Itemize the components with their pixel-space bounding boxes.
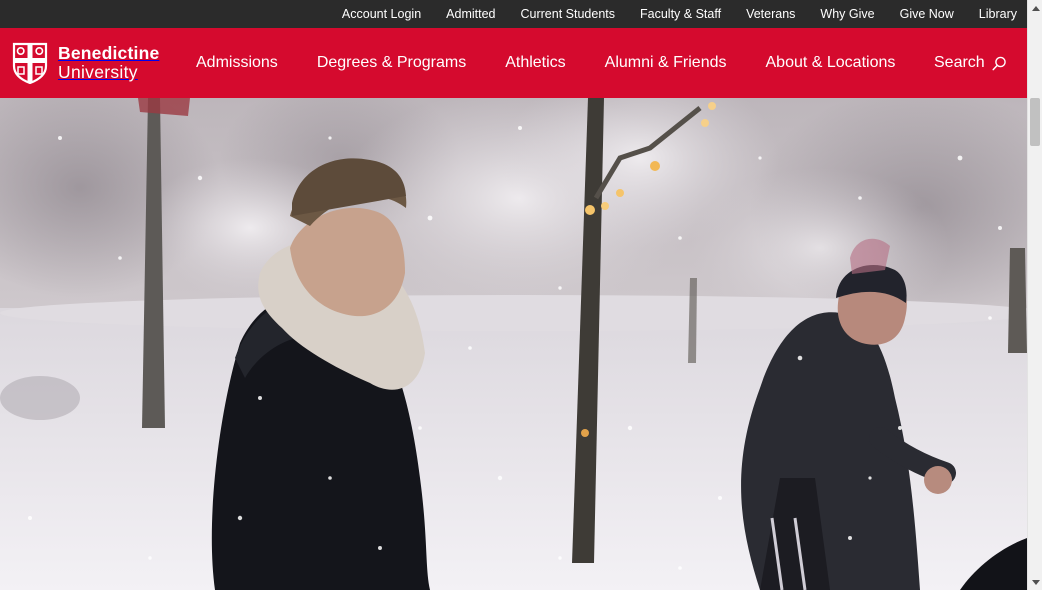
- utility-link-library[interactable]: Library: [979, 7, 1017, 21]
- brand-name: Benedictine University: [58, 42, 160, 82]
- search-label: Search: [934, 54, 985, 71]
- primary-nav: Admissions Degrees & Programs Athletics …: [196, 28, 934, 98]
- nav-item-alumni-friends[interactable]: Alumni & Friends: [605, 54, 727, 72]
- nav-item-admissions[interactable]: Admissions: [196, 54, 278, 72]
- search-button[interactable]: Search: [934, 28, 1007, 98]
- utility-nav: Account Login Admitted Current Students …: [0, 0, 1027, 28]
- utility-link-faculty-staff[interactable]: Faculty & Staff: [640, 7, 721, 21]
- nav-item-athletics[interactable]: Athletics: [505, 54, 565, 72]
- search-icon: [992, 56, 1006, 70]
- nav-item-degrees-programs[interactable]: Degrees & Programs: [317, 54, 466, 72]
- brand-name-line1: Benedictine: [58, 42, 160, 63]
- utility-link-veterans[interactable]: Veterans: [746, 7, 795, 21]
- utility-link-give-now[interactable]: Give Now: [900, 7, 954, 21]
- main-nav: Benedictine University Admissions Degree…: [0, 28, 1027, 98]
- shield-cross-icon: [12, 42, 48, 84]
- utility-link-why-give[interactable]: Why Give: [820, 7, 874, 21]
- scrollbar[interactable]: [1027, 0, 1042, 590]
- brand-name-line2: University: [58, 62, 138, 82]
- scroll-down-arrow-icon[interactable]: [1028, 575, 1042, 590]
- scroll-up-arrow-icon[interactable]: [1028, 0, 1042, 15]
- brand-logo[interactable]: Benedictine University: [12, 42, 159, 84]
- hero-image: [0, 98, 1027, 590]
- utility-link-account-login[interactable]: Account Login: [342, 7, 421, 21]
- utility-link-admitted[interactable]: Admitted: [446, 7, 495, 21]
- hero-snow-scene: [0, 98, 1027, 590]
- nav-item-about-locations[interactable]: About & Locations: [766, 54, 896, 72]
- scrollbar-thumb[interactable]: [1030, 98, 1040, 146]
- utility-link-current-students[interactable]: Current Students: [521, 7, 616, 21]
